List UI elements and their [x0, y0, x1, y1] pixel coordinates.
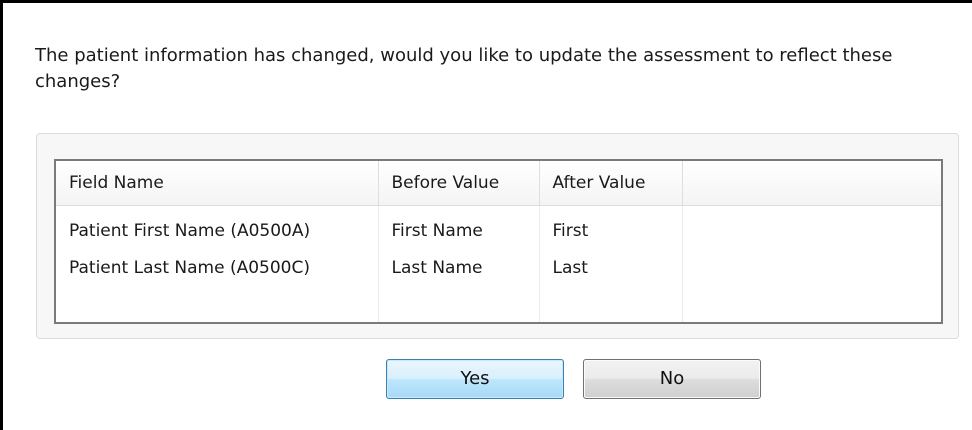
cell-field-name: Patient First Name (A0500A): [56, 205, 379, 249]
table-header-row: Field Name Before Value After Value: [56, 161, 941, 206]
changes-group: Field Name Before Value After Value Pati…: [36, 133, 959, 339]
cell-after-value: Last: [539, 249, 683, 286]
cell-after-value: First: [539, 205, 683, 249]
table-row[interactable]: Patient Last Name (A0500C) Last Name Las…: [56, 249, 941, 286]
table-row[interactable]: Patient First Name (A0500A) First Name F…: [56, 205, 941, 249]
column-header-before-value[interactable]: Before Value: [378, 161, 540, 206]
column-header-field-name[interactable]: Field Name: [56, 161, 379, 206]
update-assessment-dialog: The patient information has changed, wou…: [0, 0, 972, 430]
yes-button[interactable]: Yes: [386, 359, 564, 399]
table-empty-area: [56, 286, 941, 322]
column-header-empty: [682, 161, 941, 206]
cell-empty: [682, 249, 941, 286]
cell-before-value: First Name: [378, 205, 540, 249]
changes-table[interactable]: Field Name Before Value After Value Pati…: [54, 159, 943, 324]
dialog-message: The patient information has changed, wou…: [35, 45, 893, 92]
cell-empty: [682, 205, 941, 249]
no-button[interactable]: No: [583, 359, 761, 399]
cell-before-value: Last Name: [378, 249, 540, 286]
cell-field-name: Patient Last Name (A0500C): [56, 249, 379, 286]
column-header-after-value[interactable]: After Value: [539, 161, 683, 206]
